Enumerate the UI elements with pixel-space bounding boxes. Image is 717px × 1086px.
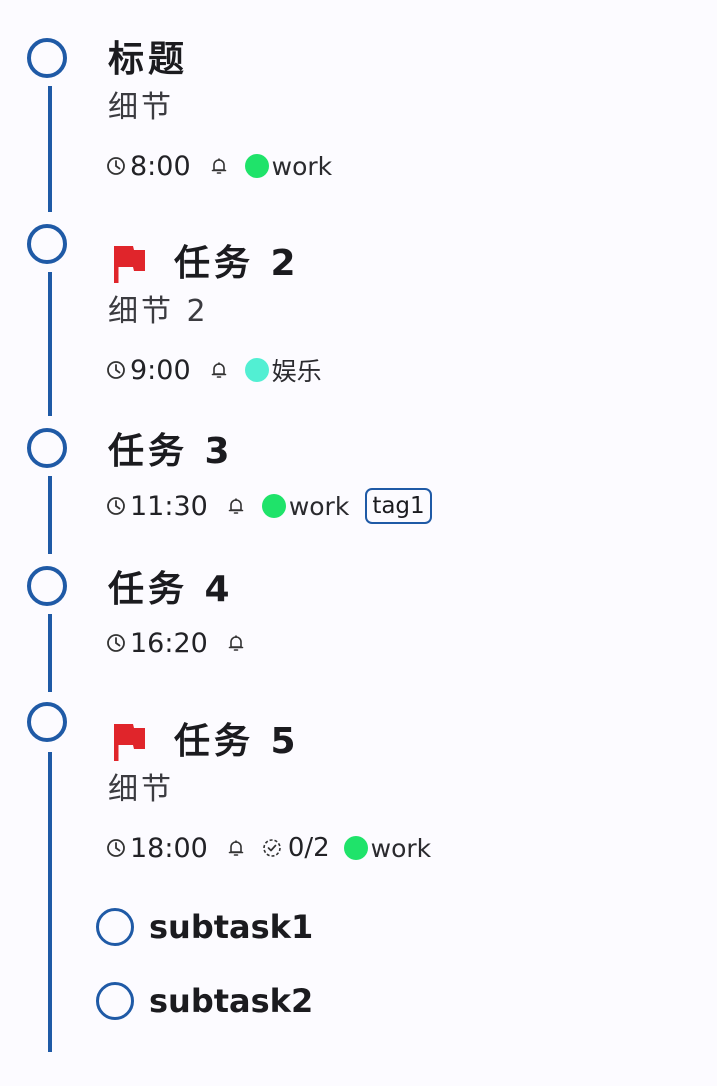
task-time-text: 9:00 bbox=[130, 354, 191, 386]
category-text: work bbox=[271, 151, 333, 181]
task-complete-toggle[interactable] bbox=[27, 224, 67, 264]
task-time-text: 16:20 bbox=[130, 627, 208, 659]
timeline-rail-2 bbox=[48, 272, 52, 416]
subtask-label[interactable]: subtask2 bbox=[149, 982, 313, 1020]
task-complete-toggle[interactable] bbox=[27, 428, 67, 468]
task-time-text: 18:00 bbox=[130, 832, 208, 864]
timeline-rail-5 bbox=[48, 752, 52, 1052]
task-title-row[interactable]: 任务 5 bbox=[108, 716, 300, 768]
task-title: 任务 2 bbox=[174, 243, 300, 284]
task-title-row[interactable]: 标题 bbox=[108, 34, 188, 86]
task-time: 8:00 bbox=[106, 151, 191, 182]
task-title-row[interactable]: 任务 3 bbox=[108, 426, 234, 478]
task-time: 9:00 bbox=[106, 355, 191, 386]
category-label: 娱乐 bbox=[244, 352, 322, 388]
task-time: 11:30 bbox=[106, 491, 208, 522]
timeline-rail-3 bbox=[48, 476, 52, 554]
category-dot bbox=[244, 154, 269, 178]
task-complete-toggle[interactable] bbox=[27, 702, 67, 742]
tag-chip[interactable]: tag1 bbox=[365, 488, 432, 524]
category-dot bbox=[343, 836, 368, 860]
task-meta-row: 11:30 work tag1 bbox=[106, 486, 432, 526]
task-meta-row: 9:00 娱乐 bbox=[106, 350, 338, 390]
flag-icon bbox=[114, 246, 145, 283]
task-title-row[interactable]: 任务 4 bbox=[108, 564, 234, 616]
category-label: work bbox=[261, 491, 350, 521]
category-text: work bbox=[370, 833, 432, 863]
subtask-item: subtask2 bbox=[96, 979, 313, 1023]
task-complete-toggle[interactable] bbox=[27, 566, 67, 606]
bell-icon bbox=[228, 635, 244, 651]
subtask-item: subtask1 bbox=[96, 905, 313, 949]
subtask-progress-text: 0/2 bbox=[287, 833, 330, 863]
task-meta-row: 18:00 0/2 work bbox=[106, 828, 447, 868]
bell-icon bbox=[211, 158, 226, 174]
task-title: 任务 5 bbox=[174, 721, 300, 762]
timeline-view: 标题 细节 8:00 work 任务 2 细节 2 9:00 娱乐 任务 3 1… bbox=[0, 0, 717, 1086]
category-label: work bbox=[343, 833, 432, 863]
task-detail: 细节 bbox=[108, 90, 174, 125]
timeline-rail-1 bbox=[48, 86, 52, 212]
task-detail: 细节 2 bbox=[108, 294, 209, 329]
task-title-row[interactable]: 任务 2 bbox=[108, 238, 300, 290]
bell-icon bbox=[228, 840, 244, 856]
task-meta-row: 8:00 work bbox=[106, 146, 348, 186]
subtask-complete-toggle[interactable] bbox=[96, 908, 134, 946]
task-time-text: 11:30 bbox=[130, 490, 208, 522]
flag-icon bbox=[114, 724, 145, 761]
bell-icon bbox=[228, 498, 244, 514]
bell-icon bbox=[211, 362, 226, 378]
clock-icon bbox=[107, 361, 125, 379]
subtask-label[interactable]: subtask1 bbox=[149, 908, 313, 946]
clock-icon bbox=[107, 839, 125, 857]
task-meta-row: 16:20 bbox=[106, 623, 262, 663]
task-complete-toggle[interactable] bbox=[27, 38, 67, 78]
subtask-complete-toggle[interactable] bbox=[96, 982, 134, 1020]
category-text: 娱乐 bbox=[271, 357, 322, 386]
category-text: work bbox=[288, 491, 350, 521]
subtask-progress: 0/2 bbox=[262, 833, 330, 863]
task-time: 18:00 bbox=[106, 833, 208, 864]
task-detail: 细节 bbox=[108, 772, 174, 807]
clock-icon bbox=[107, 157, 125, 175]
timeline-rail-4 bbox=[48, 614, 52, 692]
task-title: 标题 bbox=[108, 39, 189, 80]
task-title: 任务 3 bbox=[108, 431, 234, 472]
dashed-check-circle-icon bbox=[263, 839, 281, 857]
category-label: work bbox=[244, 151, 333, 181]
task-time-text: 8:00 bbox=[130, 150, 191, 182]
task-title: 任务 4 bbox=[108, 569, 234, 610]
clock-icon bbox=[107, 634, 125, 652]
category-dot bbox=[261, 494, 286, 518]
category-dot bbox=[244, 358, 269, 382]
task-time: 16:20 bbox=[106, 628, 208, 659]
clock-icon bbox=[107, 497, 125, 515]
